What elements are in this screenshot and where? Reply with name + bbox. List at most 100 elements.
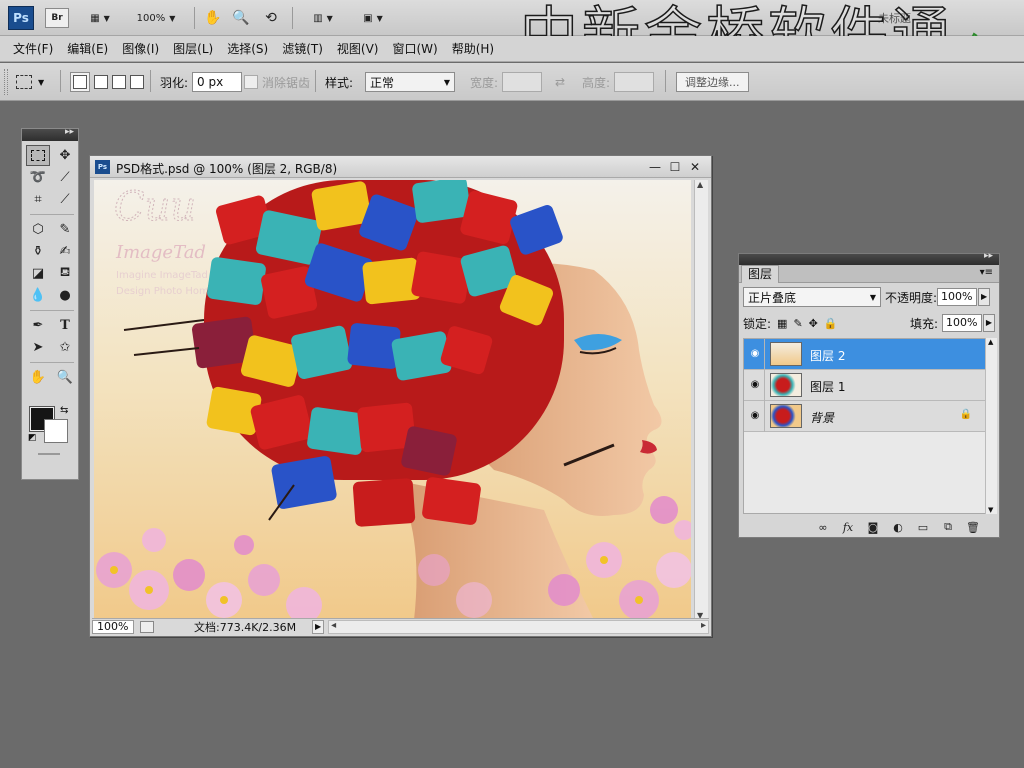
hand-tool[interactable]: ✋ (26, 367, 50, 388)
layers-scrollbar[interactable] (985, 338, 997, 514)
options-grip[interactable] (4, 69, 8, 95)
swap-colors-icon[interactable]: ⇆ (60, 405, 68, 416)
clone-stamp-tool[interactable]: ⚱ (26, 241, 50, 262)
close-icon[interactable]: ✕ (687, 159, 703, 175)
document-canvas[interactable]: Cuu ImageTad Imagine ImageTad Design Pho… (94, 180, 691, 620)
background-color-swatch[interactable] (44, 419, 68, 443)
bridge-button[interactable]: Br (45, 8, 69, 28)
status-icon[interactable] (140, 620, 154, 633)
new-group-icon[interactable]: ▭ (915, 521, 931, 534)
dodge-tool[interactable]: ● (53, 285, 77, 306)
document-title-bar[interactable]: Ps PSD格式.psd @ 100% (图层 2, RGB/8) — ☐ ✕ (90, 156, 711, 178)
style-select[interactable]: 正常 ▼ (365, 72, 456, 92)
eye-icon[interactable]: ◉ (748, 347, 762, 361)
blur-tool[interactable]: 💧 (26, 285, 50, 306)
status-menu-arrow-icon[interactable]: ▶ (312, 619, 325, 634)
menu-file[interactable]: 文件(F) (6, 40, 60, 57)
history-brush-tool[interactable]: ✍ (53, 241, 77, 262)
zoom-level-select[interactable]: 100% ▼ (130, 8, 182, 28)
default-colors-icon[interactable]: ◩ (28, 433, 37, 443)
horizontal-scrollbar[interactable] (328, 619, 709, 634)
arrange-documents-button[interactable]: ▥ ▼ (305, 8, 341, 28)
layer-row-background[interactable]: ◉ 背景 🔒 (744, 401, 986, 432)
layer-row-1[interactable]: ◉ 图层 1 (744, 370, 986, 401)
collapse-icon[interactable]: ▸▸ (984, 251, 993, 261)
status-zoom-field[interactable]: 100% (92, 619, 134, 634)
layer-row-2[interactable]: ◉ 图层 2 (744, 339, 986, 370)
rectangular-marquee-tool[interactable] (26, 145, 50, 166)
pen-tool[interactable]: ✒ (26, 315, 50, 336)
healing-brush-tool[interactable]: ⬡ (26, 219, 50, 240)
type-icon: T (60, 318, 70, 333)
link-layers-icon[interactable]: ∞ (815, 521, 831, 534)
screen-mode-button[interactable]: ▣ ▼ (355, 8, 391, 28)
fill-input[interactable]: 100% (942, 314, 982, 332)
intersect-selection-icon[interactable] (130, 75, 144, 89)
fill-slider-arrow-icon[interactable]: ▶ (983, 314, 995, 332)
feather-input[interactable]: 0 px (192, 72, 243, 92)
opacity-slider-arrow-icon[interactable]: ▶ (978, 288, 991, 306)
add-mask-icon[interactable]: ◙ (865, 521, 881, 534)
rotate-view-icon[interactable]: ⟲ (262, 9, 280, 27)
zoom-tool-icon[interactable]: 🔍 (232, 9, 250, 27)
layer-style-icon[interactable]: fx (840, 521, 856, 534)
antialias-checkbox[interactable] (244, 75, 258, 89)
brush-icon: ✎ (59, 222, 71, 237)
tab-layers[interactable]: 图层 (741, 265, 780, 283)
vertical-scrollbar[interactable] (694, 180, 708, 620)
blend-mode-select[interactable]: 正片叠底 ▼ (743, 287, 881, 307)
menu-help[interactable]: 帮助(H) (445, 40, 501, 57)
swap-dimensions-icon[interactable]: ⇄ (555, 72, 565, 92)
new-selection-button[interactable] (70, 72, 90, 92)
eye-icon[interactable]: ◉ (748, 409, 762, 423)
lock-transparency-icon[interactable]: ▦ (777, 317, 787, 330)
brush-tool[interactable]: ✎ (53, 219, 77, 240)
adjustment-layer-icon[interactable]: ◐ (890, 521, 906, 534)
height-input[interactable] (614, 72, 655, 92)
panel-menu-icon[interactable]: ▾≡ (980, 267, 993, 278)
lock-position-icon[interactable]: ✥ (809, 317, 818, 330)
screen-mode-icon: ▣ (363, 12, 373, 24)
custom-shape-tool[interactable]: ✩ (53, 337, 77, 358)
menu-window[interactable]: 窗口(W) (385, 40, 444, 57)
layers-tab-bar: 图层 ▾≡ (739, 265, 999, 283)
path-selection-tool[interactable]: ➤ (26, 337, 50, 358)
paint-bucket-tool[interactable]: ⛾ (53, 263, 77, 284)
menu-view[interactable]: 视图(V) (330, 40, 386, 57)
chevron-down-icon: ▼ (169, 13, 176, 23)
tools-panel-header[interactable]: ▸▸ (22, 127, 78, 141)
magic-wand-tool[interactable]: ⟋ (53, 167, 77, 188)
add-to-selection-icon[interactable] (94, 75, 108, 89)
eye-icon[interactable]: ◉ (748, 378, 762, 392)
refine-edge-button[interactable]: 调整边缘... (676, 72, 749, 92)
opacity-input[interactable]: 100% (937, 288, 978, 306)
lasso-tool[interactable]: ➰ (26, 167, 50, 188)
menu-edit[interactable]: 编辑(E) (60, 40, 115, 57)
lock-pixels-icon[interactable]: ✎ (793, 317, 802, 330)
layers-panel-header[interactable]: ▸▸ (739, 251, 999, 265)
quick-mask-button[interactable] (38, 453, 60, 455)
new-layer-icon[interactable]: ⧉ (940, 520, 956, 534)
crop-tool[interactable]: ⌗ (26, 189, 50, 210)
subtract-selection-icon[interactable] (112, 75, 126, 89)
hand-tool-icon[interactable]: ✋ (204, 9, 222, 27)
type-tool[interactable]: T (53, 315, 77, 336)
collapse-icon[interactable]: ▸▸ (65, 127, 74, 137)
delete-layer-icon[interactable]: 🗑 (965, 521, 981, 534)
zoom-tool[interactable]: 🔍 (53, 367, 77, 388)
tool-preset-picker[interactable]: ▼ (16, 72, 44, 92)
divider (764, 401, 765, 432)
maximize-icon[interactable]: ☐ (667, 159, 683, 175)
eraser-tool[interactable]: ◪ (26, 263, 50, 284)
menu-select[interactable]: 选择(S) (220, 40, 275, 57)
move-tool[interactable]: ✥ (53, 145, 77, 166)
menu-layer[interactable]: 图层(L) (166, 40, 220, 57)
eyedropper-tool[interactable]: ⟋ (53, 189, 77, 210)
history-brush-icon: ✍ (59, 244, 71, 259)
width-input[interactable] (502, 72, 543, 92)
lock-all-icon[interactable]: 🔒 (824, 317, 838, 330)
menu-filter[interactable]: 滤镜(T) (275, 40, 330, 57)
view-extras-button[interactable]: ▦ ▼ (82, 8, 118, 28)
minimize-icon[interactable]: — (647, 159, 663, 175)
menu-image[interactable]: 图像(I) (115, 40, 166, 57)
